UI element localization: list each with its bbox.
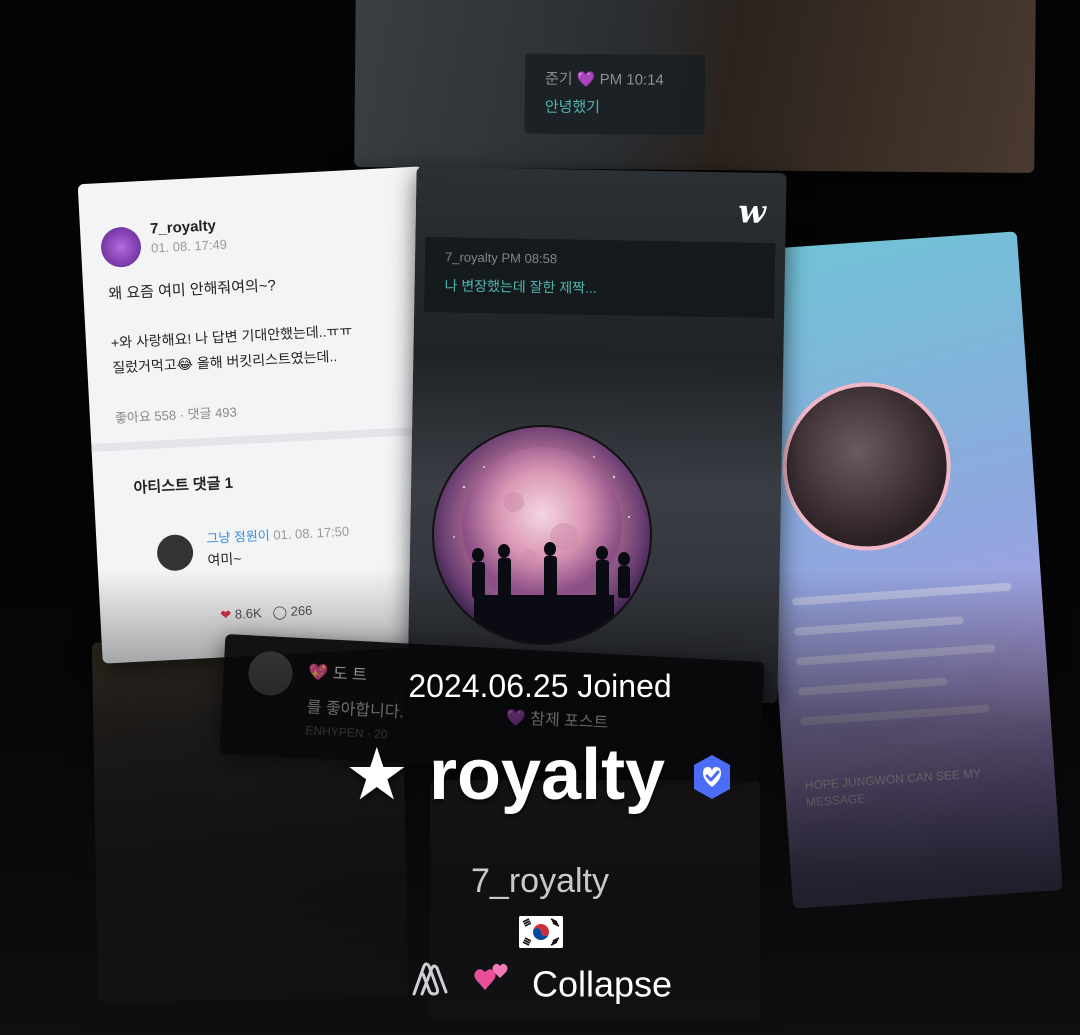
reply-count: 266 — [290, 602, 313, 619]
comment-text: 여미~ — [207, 550, 242, 569]
like-count: 8.6K — [234, 605, 263, 622]
post-stats: 좋아요 558 · 댓글 493 — [114, 404, 238, 426]
background-post-card: 7_royalty 01. 08. 17:49 왜 요즘 여미 안해줘여의~? … — [77, 166, 448, 664]
post-line: 왜 요즘 여미 안해줘여의~? — [108, 277, 277, 303]
comment-reactions: ❤ 8.6K ◯ 266 — [220, 603, 313, 624]
name-row: ★ royalty — [0, 732, 1080, 816]
sparkling-hearts-icon — [470, 960, 514, 1009]
joined-date: 2024.06.25 Joined — [408, 668, 672, 704]
dm-overlay: 준기 💜 PM 10:14 안녕했기 — [524, 53, 706, 136]
weverse-logo-icon: w — [738, 192, 767, 231]
verified-badge-icon — [688, 753, 736, 801]
profile-avatar[interactable] — [432, 425, 652, 645]
comment-avatar — [156, 533, 195, 572]
south-korea-flag-icon — [519, 916, 563, 948]
reply-icon: ◯ — [272, 603, 288, 620]
dm-meta: 7_royalty PM 08:58 — [444, 249, 558, 267]
post-avatar — [100, 226, 143, 269]
comment-date: 01. 08. 17:50 — [272, 523, 350, 543]
profile-screen: 준기 💜 PM 10:14 안녕했기 HOPE JUNGWON CAN SEE … — [0, 0, 1080, 1035]
bio-text: Collapse — [531, 963, 673, 1005]
dm-message: 나 변장했는데 잘한 제짝... — [444, 277, 597, 296]
chat-line — [795, 643, 996, 666]
strip-line-text: 💜 참제 포스트 — [505, 709, 609, 733]
heart-icon: ❤ — [220, 606, 232, 623]
chat-line — [793, 616, 964, 636]
background-photo-top: 준기 💜 PM 10:14 안녕했기 — [354, 0, 1036, 173]
dm-meta: 준기 💜 PM 10:14 — [544, 70, 664, 89]
display-name: ★ royalty — [344, 735, 666, 815]
dm-overlay: 7_royalty PM 08:58 나 변장했는데 잘한 제짝... — [424, 236, 776, 319]
dm-message: 안녕했기 — [544, 98, 601, 117]
post-username: 7_royalty — [149, 217, 217, 238]
divider — [91, 425, 437, 452]
username-handle: 7_royalty — [471, 862, 609, 900]
moon-silhouette-image — [453, 447, 631, 643]
live-avatar-ring — [777, 376, 957, 557]
paperclip-icon — [408, 960, 452, 1009]
bio: Collapse — [0, 960, 1080, 1009]
chat-line — [791, 582, 1012, 606]
comment-author: 그냥 정원이 01. 08. 17:50 — [206, 521, 350, 547]
artist-comments-title: 아티스트 댓글 1 — [133, 474, 234, 497]
post-date: 01. 08. 17:49 — [150, 236, 228, 256]
chat-line — [800, 704, 991, 726]
comment-author-name: 그냥 정원이 — [205, 527, 271, 547]
